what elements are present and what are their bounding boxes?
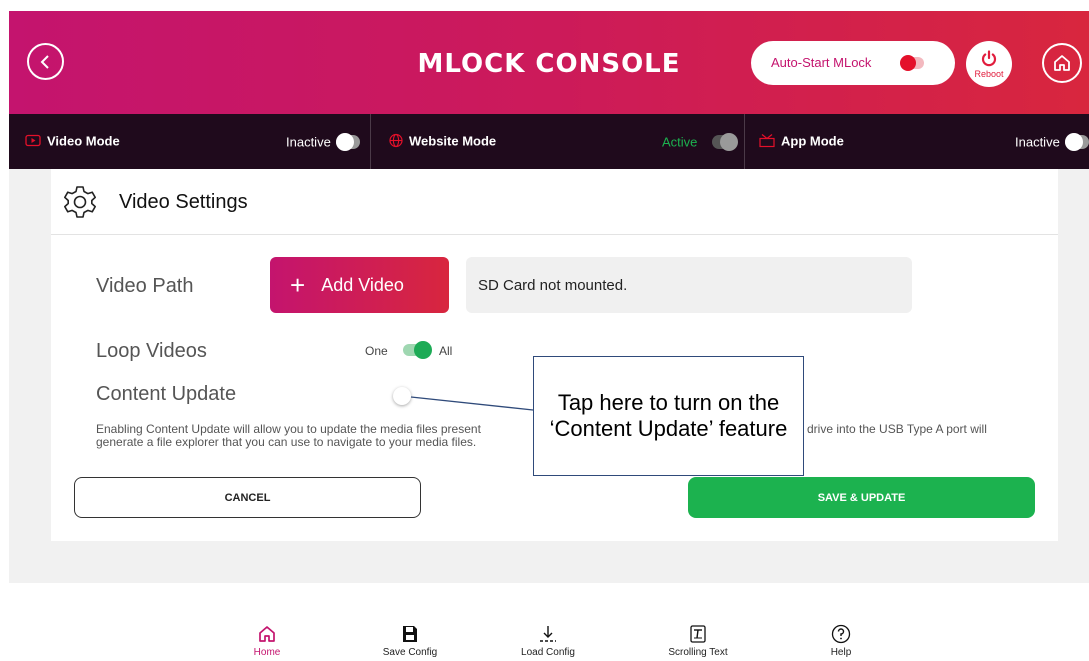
content-update-label: Content Update bbox=[96, 383, 237, 405]
reboot-label: Reboot bbox=[974, 68, 1004, 79]
bottom-nav: Home Save Config Load Config Scrolling T… bbox=[0, 584, 1089, 661]
loop-all-label: All bbox=[439, 344, 453, 358]
nav-load-config[interactable]: Load Config bbox=[503, 624, 593, 658]
header-home-button[interactable] bbox=[1042, 43, 1082, 83]
reboot-button[interactable]: Reboot bbox=[966, 41, 1012, 87]
loop-videos-toggle[interactable] bbox=[403, 341, 432, 359]
mode-video-name: Video Mode bbox=[47, 133, 120, 149]
autostart-toggle-knob bbox=[900, 55, 916, 71]
video-path-label: Video Path bbox=[96, 275, 194, 297]
power-icon bbox=[981, 49, 997, 66]
card-header: Video Settings bbox=[51, 169, 1058, 235]
app-root: MLOCK CONSOLE Auto-Start MLock Reboot Vi… bbox=[0, 0, 1089, 661]
mode-website-state: Active bbox=[662, 134, 698, 149]
mode-bar: Video Mode Inactive Website Mode Active bbox=[9, 114, 1089, 169]
mode-app-toggle-knob bbox=[1065, 132, 1083, 151]
description-line1: Enabling Content Update will allow you t… bbox=[96, 422, 481, 436]
save-update-label: SAVE & UPDATE bbox=[817, 491, 906, 504]
scrolling-text-icon bbox=[690, 625, 706, 643]
play-icon bbox=[25, 135, 41, 147]
nav-save-config-label: Save Config bbox=[382, 647, 438, 658]
nav-help-label: Help bbox=[830, 647, 852, 658]
card-title: Video Settings bbox=[119, 191, 248, 213]
save-icon bbox=[403, 626, 417, 642]
download-icon bbox=[540, 626, 556, 642]
cancel-label: CANCEL bbox=[224, 491, 271, 504]
globe-icon bbox=[389, 134, 403, 148]
video-path-display: SD Card not mounted. bbox=[466, 257, 912, 313]
save-update-button[interactable]: SAVE & UPDATE bbox=[688, 477, 1035, 518]
mode-website-name: Website Mode bbox=[409, 133, 497, 149]
mode-video-name-wrap: Video Mode bbox=[25, 133, 120, 148]
mode-app-name: App Mode bbox=[781, 133, 844, 149]
callout-text: Tap here to turn on the ‘Content Update’… bbox=[549, 390, 788, 441]
home-icon bbox=[259, 626, 275, 642]
mode-app-toggle[interactable] bbox=[1065, 132, 1089, 151]
plus-icon: + bbox=[290, 270, 306, 300]
mode-video-state: Inactive bbox=[286, 134, 331, 149]
description-line1-end: drive into the USB Type A port will bbox=[807, 422, 987, 436]
add-video-label: Add Video bbox=[321, 274, 404, 295]
content-update-toggle[interactable] bbox=[393, 387, 411, 405]
video-path-value: SD Card not mounted. bbox=[478, 276, 628, 294]
nav-home[interactable]: Home bbox=[222, 624, 312, 658]
autostart-pill[interactable]: Auto-Start MLock bbox=[751, 41, 955, 85]
mode-video[interactable]: Video Mode Inactive bbox=[9, 114, 370, 169]
mode-website-name-wrap: Website Mode bbox=[389, 133, 496, 148]
loop-videos-toggle-knob bbox=[414, 341, 432, 359]
cancel-button[interactable]: CANCEL bbox=[74, 477, 421, 518]
mode-website-toggle[interactable] bbox=[712, 132, 738, 151]
nav-scrolling-text[interactable]: Scrolling Text bbox=[653, 624, 743, 658]
nav-help[interactable]: Help bbox=[796, 624, 886, 658]
mode-website-toggle-knob bbox=[720, 132, 738, 151]
loop-videos-label: Loop Videos bbox=[96, 340, 207, 362]
mode-app[interactable]: App Mode Inactive bbox=[745, 114, 1089, 169]
annotation-callout: Tap here to turn on the ‘Content Update’… bbox=[533, 356, 804, 476]
app-icon bbox=[759, 134, 775, 148]
mode-video-toggle[interactable] bbox=[336, 132, 360, 151]
nav-scrolling-text-label: Scrolling Text bbox=[668, 647, 728, 658]
autostart-toggle[interactable] bbox=[900, 55, 924, 71]
mode-website[interactable]: Website Mode Active bbox=[371, 114, 744, 169]
description-line2: generate a file explorer that you can us… bbox=[96, 435, 477, 449]
header-bar: MLOCK CONSOLE Auto-Start MLock Reboot bbox=[9, 11, 1089, 114]
home-icon bbox=[1054, 55, 1070, 71]
gear-icon bbox=[64, 186, 96, 218]
add-video-button[interactable]: + Add Video bbox=[270, 257, 449, 313]
nav-home-label: Home bbox=[253, 647, 281, 658]
mode-app-name-wrap: App Mode bbox=[759, 133, 844, 148]
nav-load-config-label: Load Config bbox=[521, 647, 575, 658]
nav-save-config[interactable]: Save Config bbox=[365, 624, 455, 658]
help-icon bbox=[831, 624, 851, 644]
mode-video-toggle-knob bbox=[336, 132, 354, 151]
autostart-label: Auto-Start MLock bbox=[771, 55, 872, 70]
mode-app-state: Inactive bbox=[1015, 134, 1060, 149]
loop-one-label: One bbox=[365, 344, 388, 358]
